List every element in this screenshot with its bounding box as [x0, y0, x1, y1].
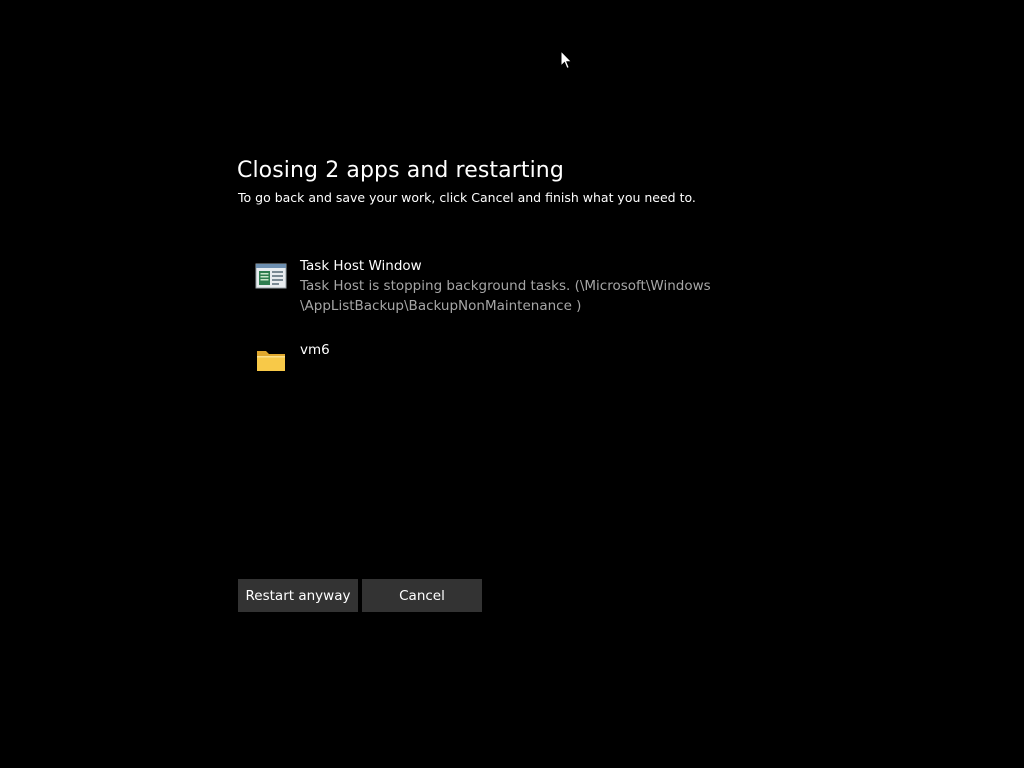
- task-host-window-icon: [255, 263, 287, 289]
- app-description-line-1: Task Host is stopping background tasks. …: [300, 278, 711, 294]
- page-subtitle: To go back and save your work, click Can…: [238, 190, 696, 205]
- cancel-button[interactable]: Cancel: [362, 579, 482, 612]
- restart-anyway-button[interactable]: Restart anyway: [238, 579, 358, 612]
- page-title: Closing 2 apps and restarting: [237, 158, 564, 183]
- app-text: Task Host Window Task Host is stopping b…: [300, 256, 711, 316]
- app-description-line-2: \AppListBackup\BackupNonMaintenance ): [300, 298, 582, 314]
- folder-icon: [257, 351, 285, 371]
- shutdown-blocker-screen: Closing 2 apps and restarting To go back…: [0, 0, 1024, 768]
- app-name: vm6: [300, 342, 330, 358]
- mouse-cursor-icon: [560, 50, 573, 70]
- app-name: Task Host Window: [300, 258, 422, 274]
- app-text: vm6: [300, 340, 330, 360]
